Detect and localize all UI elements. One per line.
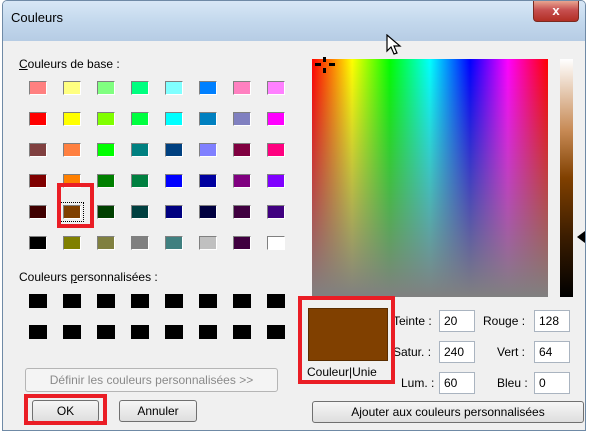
custom-color-swatch[interactable] <box>29 294 47 308</box>
basic-color-swatch[interactable] <box>63 112 81 126</box>
custom-color-swatch[interactable] <box>97 325 115 339</box>
custom-color-swatch[interactable] <box>233 294 251 308</box>
basic-color-swatch[interactable] <box>63 174 81 188</box>
basic-color-swatch[interactable] <box>267 81 285 95</box>
custom-color-swatch[interactable] <box>165 325 183 339</box>
dialog-body: Couleurs de base : Couleurs personnalisé… <box>9 41 585 425</box>
saturation-field[interactable]: 240 <box>439 341 475 363</box>
basic-color-swatch[interactable] <box>60 202 84 222</box>
color-dialog: Couleurs x Couleurs de base : Couleurs p… <box>2 0 586 431</box>
basic-color-swatch[interactable] <box>199 236 217 250</box>
basic-color-swatch[interactable] <box>199 81 217 95</box>
basic-color-swatch[interactable] <box>199 143 217 157</box>
custom-color-swatch[interactable] <box>165 294 183 308</box>
basic-color-swatch[interactable] <box>97 112 115 126</box>
basic-color-swatch[interactable] <box>233 143 251 157</box>
solid-color-label: Couleur|Unie <box>307 365 377 379</box>
basic-color-swatch[interactable] <box>165 205 183 219</box>
add-custom-colors-button[interactable]: Ajouter aux couleurs personnalisées <box>312 401 584 423</box>
close-button[interactable]: x <box>533 1 579 22</box>
basic-color-swatch[interactable] <box>63 143 81 157</box>
basic-color-swatch[interactable] <box>29 81 47 95</box>
custom-color-swatch[interactable] <box>63 325 81 339</box>
luminosity-field[interactable]: 60 <box>439 372 475 394</box>
basic-color-swatch[interactable] <box>29 174 47 188</box>
basic-color-swatch[interactable] <box>165 112 183 126</box>
custom-color-swatch[interactable] <box>233 325 251 339</box>
title-bar[interactable]: Couleurs x <box>3 1 585 41</box>
basic-color-swatch[interactable] <box>199 205 217 219</box>
red-field[interactable]: 128 <box>534 310 570 332</box>
basic-color-swatch[interactable] <box>199 174 217 188</box>
basic-color-swatch[interactable] <box>233 81 251 95</box>
color-spectrum[interactable] <box>312 59 548 297</box>
basic-color-swatch[interactable] <box>267 205 285 219</box>
basic-color-swatch[interactable] <box>267 143 285 157</box>
window-title: Couleurs <box>11 10 64 25</box>
basic-color-swatch[interactable] <box>165 81 183 95</box>
basic-color-swatch[interactable] <box>165 174 183 188</box>
color-preview-swatch <box>308 308 388 361</box>
custom-color-swatch[interactable] <box>267 294 285 308</box>
basic-color-swatch[interactable] <box>97 205 115 219</box>
ok-button[interactable]: OK <box>32 400 99 422</box>
basic-color-swatch[interactable] <box>267 236 285 250</box>
basic-color-swatch[interactable] <box>97 236 115 250</box>
basic-color-swatch[interactable] <box>131 143 149 157</box>
custom-color-swatch[interactable] <box>131 325 149 339</box>
custom-color-swatch[interactable] <box>29 325 47 339</box>
basic-color-swatch[interactable] <box>165 143 183 157</box>
basic-color-swatch[interactable] <box>131 112 149 126</box>
basic-color-swatch[interactable] <box>131 205 149 219</box>
basic-color-swatch[interactable] <box>29 236 47 250</box>
basic-colors-label: Couleurs de base : <box>19 57 120 71</box>
basic-color-swatch[interactable] <box>97 81 115 95</box>
custom-color-swatch[interactable] <box>199 294 217 308</box>
basic-color-swatch[interactable] <box>63 236 81 250</box>
green-field[interactable]: 64 <box>534 341 570 363</box>
basic-color-swatch[interactable] <box>233 174 251 188</box>
basic-color-swatch[interactable] <box>97 174 115 188</box>
custom-color-swatch[interactable] <box>199 325 217 339</box>
basic-color-swatch[interactable] <box>165 236 183 250</box>
saturation-label: Satur. : <box>393 345 432 359</box>
spectrum-crosshair-icon <box>315 57 335 73</box>
basic-color-swatch[interactable] <box>29 205 47 219</box>
basic-color-swatch[interactable] <box>267 112 285 126</box>
custom-color-swatch[interactable] <box>63 294 81 308</box>
basic-color-swatch[interactable] <box>199 112 217 126</box>
custom-color-swatch[interactable] <box>267 325 285 339</box>
red-label: Rouge : <box>483 314 526 328</box>
basic-color-swatch[interactable] <box>29 143 47 157</box>
blue-label: Bleu : <box>497 376 528 390</box>
green-label: Vert : <box>497 345 526 359</box>
hue-label: Teinte : <box>393 314 432 328</box>
mouse-pointer-icon <box>386 34 402 55</box>
basic-color-swatch[interactable] <box>233 205 251 219</box>
basic-color-swatch[interactable] <box>131 81 149 95</box>
luminosity-bar[interactable] <box>560 59 573 297</box>
hue-field[interactable]: 20 <box>439 310 475 332</box>
basic-color-swatch[interactable] <box>29 112 47 126</box>
custom-colors-label: Couleurs personnalisées : <box>19 270 158 284</box>
luminosity-arrow-icon[interactable] <box>577 231 585 243</box>
define-custom-colors-button[interactable]: Définir les couleurs personnalisées >> <box>25 368 278 392</box>
blue-field[interactable]: 0 <box>534 372 570 394</box>
basic-color-swatch[interactable] <box>131 174 149 188</box>
basic-color-swatch[interactable] <box>131 236 149 250</box>
basic-color-swatch[interactable] <box>97 143 115 157</box>
basic-color-swatch[interactable] <box>233 112 251 126</box>
cancel-button[interactable]: Annuler <box>119 400 197 422</box>
basic-color-swatch[interactable] <box>267 174 285 188</box>
basic-color-swatch[interactable] <box>63 81 81 95</box>
custom-color-swatch[interactable] <box>131 294 149 308</box>
custom-color-swatch[interactable] <box>97 294 115 308</box>
luminosity-label: Lum. : <box>401 376 435 390</box>
basic-color-swatch[interactable] <box>233 236 251 250</box>
